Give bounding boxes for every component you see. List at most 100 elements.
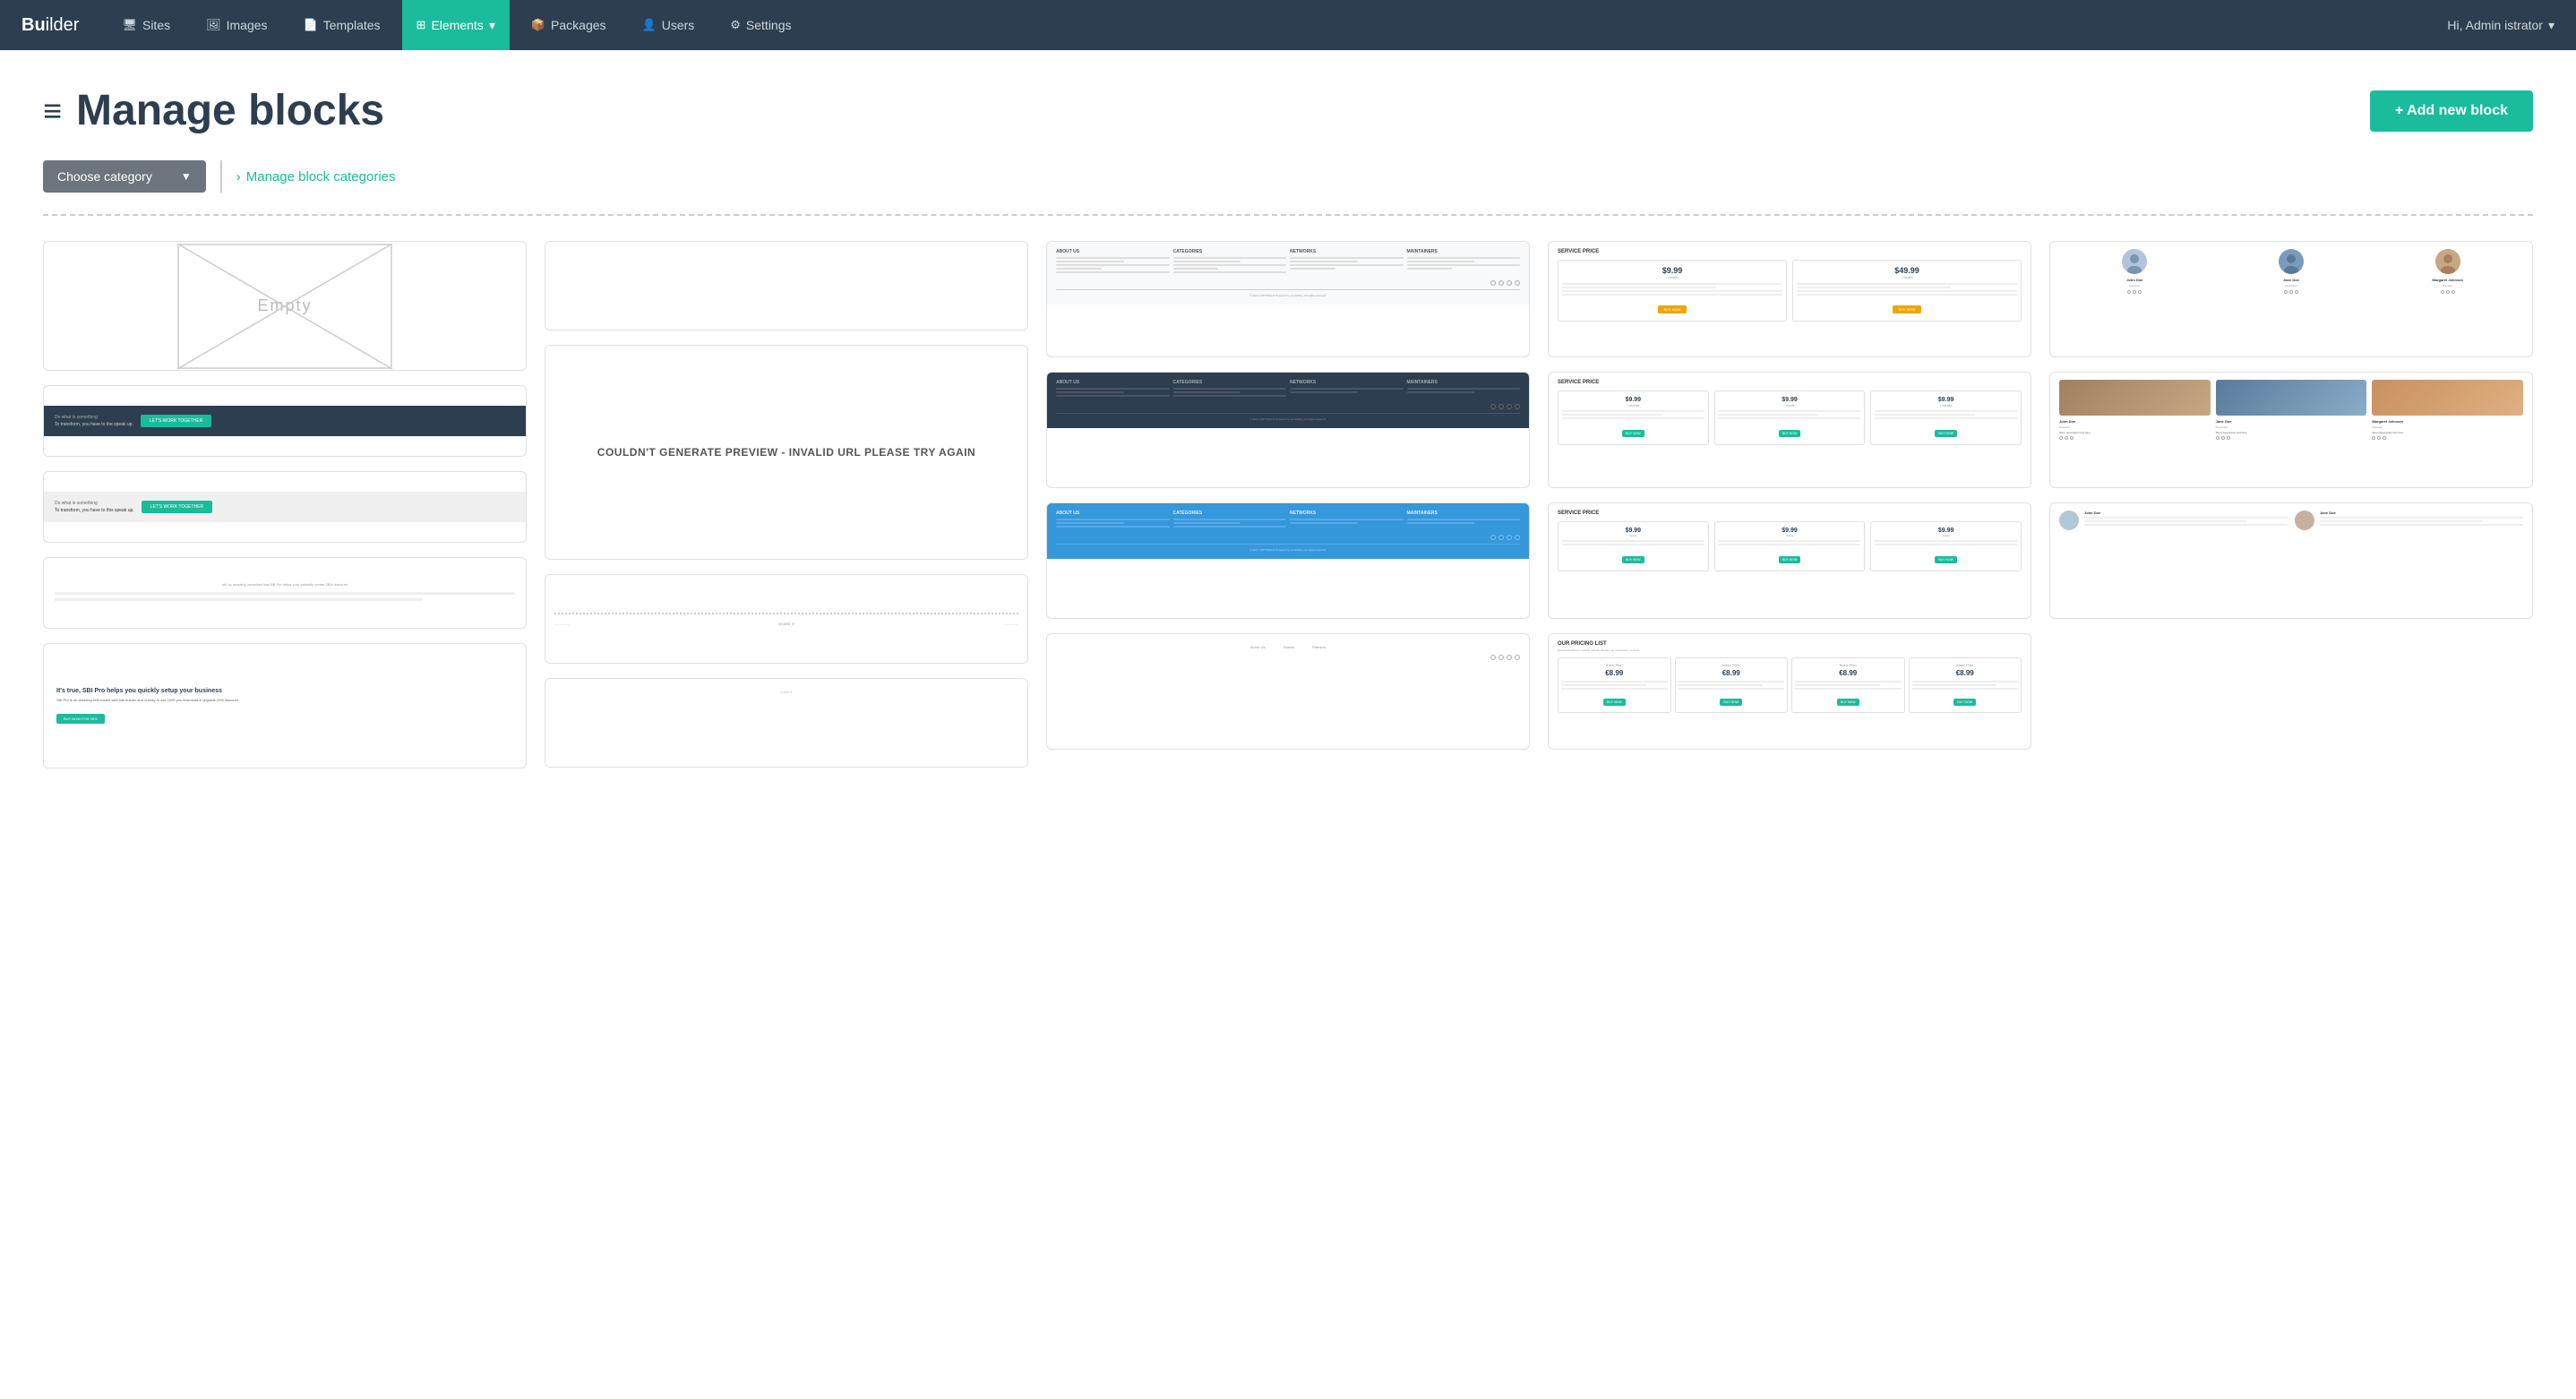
user-menu[interactable]: Hi, Admin istrator ▾ <box>2447 18 2555 33</box>
hamburger-icon: ≡ <box>43 95 62 127</box>
footer-blue-line-1b <box>1056 522 1124 524</box>
footer-dark-social <box>1056 404 1520 409</box>
team-img-social-2a <box>2216 436 2220 440</box>
footer-dark-copyright: © 2017 COPYRIGHT Powered by something. A… <box>1056 417 1520 421</box>
team-text-name-1: John Doe <box>2084 511 2288 515</box>
team-image-social-3 <box>2372 436 2523 440</box>
member-title-1: Designer <box>2059 284 2211 288</box>
manage-categories-link[interactable]: › Manage block categories <box>236 169 396 185</box>
block-card-hero[interactable]: It's true, SBI Pro helps you quickly set… <box>43 643 527 768</box>
cta-maintext-1: To transform, you have to the speak up. <box>55 422 133 427</box>
nav-item-packages[interactable]: 📦 Packages <box>517 0 621 50</box>
block-card-dotted[interactable]: ............... SHARE IT ............... <box>545 574 1028 664</box>
block-card-service-small[interactable]: SERVICE PRICE $9.99 Yearly BUY NOW $9.99… <box>1548 502 2031 619</box>
add-new-block-button[interactable]: + Add new block <box>2370 90 2533 132</box>
block-card-footer-blue[interactable]: ABOUT US CATEGORIES NETWORKS <box>1046 502 1530 619</box>
plan-name-2: Basic Plan <box>1679 663 1785 667</box>
footer-dark-inner: ABOUT US CATEGORIES <box>1047 373 1529 428</box>
team-img-social-1a <box>2059 436 2063 440</box>
blue-social-1 <box>1490 535 1496 540</box>
block-card-empty[interactable]: Empty <box>43 241 527 371</box>
packages-icon: 📦 <box>531 18 545 32</box>
footer-blue-col-3: NETWORKS <box>1290 511 1404 529</box>
service-green-line-2a <box>1719 410 1861 412</box>
footer-dark-col-1: ABOUT US <box>1056 380 1170 399</box>
team-image-3-bg <box>2372 380 2523 416</box>
service-green-line-2b <box>1719 414 1818 416</box>
block-card-team-text[interactable]: John Doe Jane Doe <box>2049 502 2533 619</box>
service-green-line-1c <box>1562 417 1704 419</box>
footer-blue-bottom-line <box>1056 544 1520 545</box>
nav-brand[interactable]: Builder <box>21 15 79 36</box>
service-green-btn-3: BUY NOW <box>1935 430 1957 437</box>
service-green-preview: SERVICE PRICE $9.99 / month BUY NOW $9.9… <box>1549 373 2031 452</box>
plan-price-2: €8.99 <box>1679 669 1785 677</box>
social-icon-1 <box>1490 280 1496 286</box>
footer-dark-grid: ABOUT US CATEGORIES <box>1056 380 1520 399</box>
footer-line-1b <box>1056 261 1124 262</box>
footer-blue-title-4: MAINTAINERS <box>1407 511 1521 516</box>
block-card-navbar[interactable]: About Us Tweets Partners <box>1046 633 1530 750</box>
service-line-2b <box>1797 287 1951 288</box>
team-image-name-2: Jane Doe <box>2216 419 2367 424</box>
footer-blue-line-1c <box>1056 526 1170 528</box>
member-social-dot-1a <box>2127 290 2131 294</box>
footer-line-2c <box>1173 264 1287 266</box>
empty-card-inner: Empty <box>44 244 526 369</box>
category-select[interactable]: Choose category ▼ <box>43 160 206 193</box>
footer-dark-line-1c <box>1056 395 1170 397</box>
team-text-name-2: Jane Doe <box>2320 511 2523 515</box>
content-tagline: tell us amazing ourselves that RB Pro he… <box>55 582 515 587</box>
block-card-team-avatars[interactable]: John Doe Designer <box>2049 241 2533 357</box>
hero-preview: It's true, SBI Pro helps you quickly set… <box>44 674 526 739</box>
pricing-list-col-4: Basic Plan €8.99 BUY NOW <box>1909 657 2022 713</box>
block-card-pricing-list[interactable]: OUR PRICING LIST Download with our month… <box>1548 633 2031 750</box>
block-card-blank-2[interactable]: insert it <box>545 678 1028 768</box>
block-card-cta-dark-1[interactable]: Do what is something To transform, you h… <box>43 385 527 457</box>
footer-line-3c <box>1290 264 1404 266</box>
nav-item-users[interactable]: 👤 Users <box>628 0 709 50</box>
plan-price-4: €8.99 <box>1912 669 2019 677</box>
nav-item-images[interactable]: 🖼 Images <box>192 0 281 50</box>
plan-line-3c <box>1795 688 1902 690</box>
block-card-service-green[interactable]: SERVICE PRICE $9.99 / month BUY NOW $9.9… <box>1548 372 2031 488</box>
plan-btn-3: BUY NOW <box>1837 699 1859 706</box>
block-card-footer-dark[interactable]: ABOUT US CATEGORIES <box>1046 372 1530 488</box>
footer-blue-col-4: MAINTAINERS <box>1407 511 1521 529</box>
avatar-3 <box>2435 249 2460 274</box>
block-card-team-images[interactable]: John Doe Designer Short description text… <box>2049 372 2533 488</box>
block-card-content-1[interactable]: tell us amazing ourselves that RB Pro he… <box>43 557 527 629</box>
block-card-blank-1[interactable] <box>545 241 1028 330</box>
nav-item-elements[interactable]: ⊞ Elements ▾ <box>402 0 510 50</box>
block-card-invalid[interactable]: COULDN'T GENERATE PREVIEW - INVALID URL … <box>545 345 1028 560</box>
team-text-line-2b <box>2320 520 2483 522</box>
block-card-service-yellow[interactable]: SERVICE PRICE $9.99 / month BUY NOW <box>1548 241 2031 357</box>
service-small-col-1: $9.99 Yearly BUY NOW <box>1558 521 1709 571</box>
service-green-col-1: $9.99 / month BUY NOW <box>1558 391 1709 445</box>
team-cols-1: John Doe Designer <box>2059 249 2523 294</box>
plan-name-1: Basic Plan <box>1561 663 1668 667</box>
footer-col-title-2: CATEGORIES <box>1173 249 1287 254</box>
service-green-line-3c <box>1875 417 2017 419</box>
service-green-price-2: $9.99 <box>1719 397 1861 403</box>
navbar-tabs: About Us Tweets Partners <box>1056 643 1520 651</box>
nav-item-packages-label: Packages <box>551 18 605 32</box>
member-social-dot-1b <box>2133 290 2136 294</box>
member-title-3: Manager <box>2372 284 2523 288</box>
footer-blue-line-2a <box>1173 519 1287 520</box>
service-small-preview: SERVICE PRICE $9.99 Yearly BUY NOW $9.99… <box>1549 503 2031 579</box>
nav-item-settings[interactable]: ⚙ Settings <box>716 0 805 50</box>
block-card-cta-dark-2[interactable]: Do what is something To transform, you h… <box>43 471 527 543</box>
team-images-preview: John Doe Designer Short description text… <box>2050 373 2532 447</box>
nav-item-sites[interactable]: 🖥 Sites <box>107 0 185 50</box>
service-green-line-1b <box>1562 414 1662 416</box>
plan-line-1c <box>1561 688 1668 690</box>
nav-item-templates[interactable]: 📄 Templates <box>289 0 395 50</box>
block-card-footer-light[interactable]: ABOUT US CATEGORIES <box>1046 241 1530 357</box>
footer-dark-col-3: NETWORKS <box>1290 380 1404 399</box>
dark-social-4 <box>1515 404 1520 409</box>
social-icon-3 <box>1507 280 1512 286</box>
plan-line-1b <box>1561 684 1646 686</box>
service-small-price-2: $9.99 <box>1719 528 1861 534</box>
templates-icon: 📄 <box>304 18 318 32</box>
